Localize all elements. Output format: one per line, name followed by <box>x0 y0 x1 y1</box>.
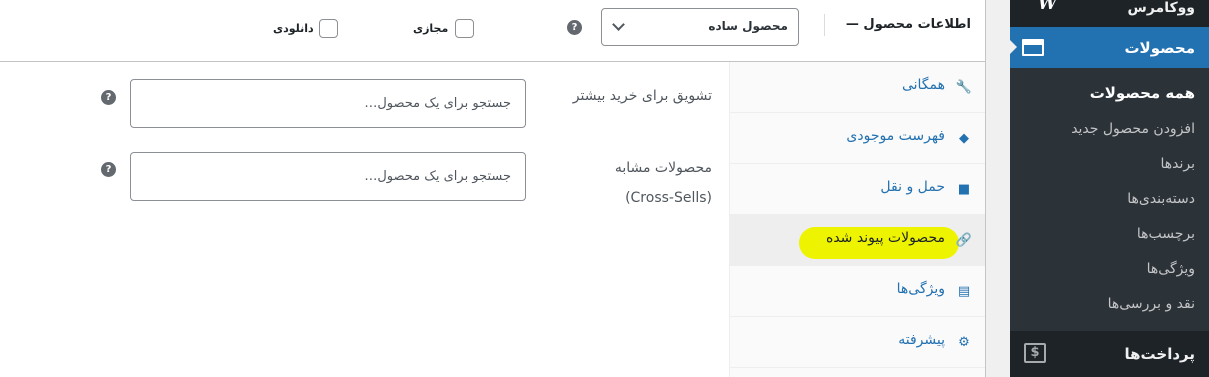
product-type-select[interactable]: محصول ساده <box>601 8 799 46</box>
tab-label: همگانی <box>901 77 945 93</box>
submenu-attributes[interactable]: ویژگی‌ها <box>1147 261 1195 277</box>
submenu-add-new[interactable]: افزودن محصول جدید <box>1071 121 1195 137</box>
crosssells-search-input[interactable] <box>130 152 526 201</box>
wp-admin-screen: اطلاعات محصول — محصول ساده ? مجازی دانلو… <box>0 0 1209 377</box>
products-submenu: همه محصولات افزودن محصول جدید برندها دست… <box>1010 68 1209 331</box>
crosssells-label-sub: (Cross-Sells) <box>625 190 712 206</box>
crosssells-help-icon[interactable]: ? <box>101 162 116 177</box>
current-menu-arrow <box>1009 39 1017 55</box>
downloadable-checkbox[interactable] <box>319 19 338 38</box>
woocommerce-icon: W <box>1038 0 1058 14</box>
sidebar-item-woocommerce[interactable]: ووکامرس W <box>1010 0 1209 27</box>
sidebar-item-label: محصولات <box>1124 38 1195 57</box>
product-data-tabs: 🔧 همگانی ◆ فهرست موجودی ■ حمل و نقل 🔗 مح… <box>729 62 985 377</box>
product-data-panel: اطلاعات محصول — محصول ساده ? مجازی دانلو… <box>0 0 986 377</box>
archive-box-icon <box>1022 39 1044 56</box>
upsells-search-input[interactable] <box>130 79 526 128</box>
tab-advanced[interactable]: ⚙ پیشرفته <box>730 317 985 368</box>
truck-icon: ■ <box>957 182 971 197</box>
submenu-categories[interactable]: دسته‌بندی‌ها <box>1127 191 1195 207</box>
tab-label: حمل و نقل <box>880 179 945 195</box>
downloadable-label: دانلودی <box>273 22 314 35</box>
tab-label: محصولات پیوند شده <box>826 230 945 246</box>
product-data-title: اطلاعات محصول — <box>845 17 971 32</box>
tab-shipping[interactable]: ■ حمل و نقل <box>730 164 985 215</box>
virtual-label: مجازی <box>413 22 449 35</box>
tag-icon: ◆ <box>959 131 969 146</box>
tab-linked-products[interactable]: 🔗 محصولات پیوند شده <box>730 215 985 266</box>
sidebar-item-label: پرداخت‌ها <box>1124 345 1195 363</box>
submenu-brands[interactable]: برندها <box>1160 156 1195 172</box>
help-icon[interactable]: ? <box>567 20 582 35</box>
wrench-icon: 🔧 <box>955 80 972 95</box>
product-type-value: محصول ساده <box>708 19 788 33</box>
dollar-icon: $ <box>1024 343 1046 363</box>
tab-general[interactable]: 🔧 همگانی <box>730 62 985 113</box>
crosssells-label: محصولات مشابه <box>614 160 712 176</box>
sidebar-item-products[interactable]: محصولات <box>1009 27 1209 68</box>
sidebar-item-label: ووکامرس <box>1127 0 1196 16</box>
gear-icon: ⚙ <box>958 335 970 350</box>
tab-label: پیشرفته <box>898 332 945 348</box>
submenu-reviews[interactable]: نقد و بررسی‌ها <box>1108 296 1195 312</box>
tab-attributes[interactable]: ▤ ویژگی‌ها <box>730 266 985 317</box>
list-icon: ▤ <box>957 284 971 299</box>
submenu-tags[interactable]: برچسب‌ها <box>1137 226 1195 242</box>
link-icon: 🔗 <box>955 233 972 248</box>
tab-label: ویژگی‌ها <box>896 281 945 297</box>
header-divider <box>824 14 825 36</box>
product-data-header: اطلاعات محصول — محصول ساده ? مجازی دانلو… <box>0 0 985 62</box>
upsells-help-icon[interactable]: ? <box>101 90 116 105</box>
chevron-down-icon <box>612 18 625 31</box>
upsells-label: تشویق برای خرید بیشتر <box>572 88 712 104</box>
virtual-checkbox[interactable] <box>455 19 474 38</box>
tab-inventory[interactable]: ◆ فهرست موجودی <box>730 113 985 164</box>
admin-sidebar: ووکامرس W محصولات همه محصولات افزودن محص… <box>1009 0 1209 377</box>
tab-label: فهرست موجودی <box>846 128 945 144</box>
sidebar-item-payments[interactable]: پرداخت‌ها $ <box>1010 331 1209 377</box>
submenu-all-products[interactable]: همه محصولات <box>1090 84 1195 102</box>
